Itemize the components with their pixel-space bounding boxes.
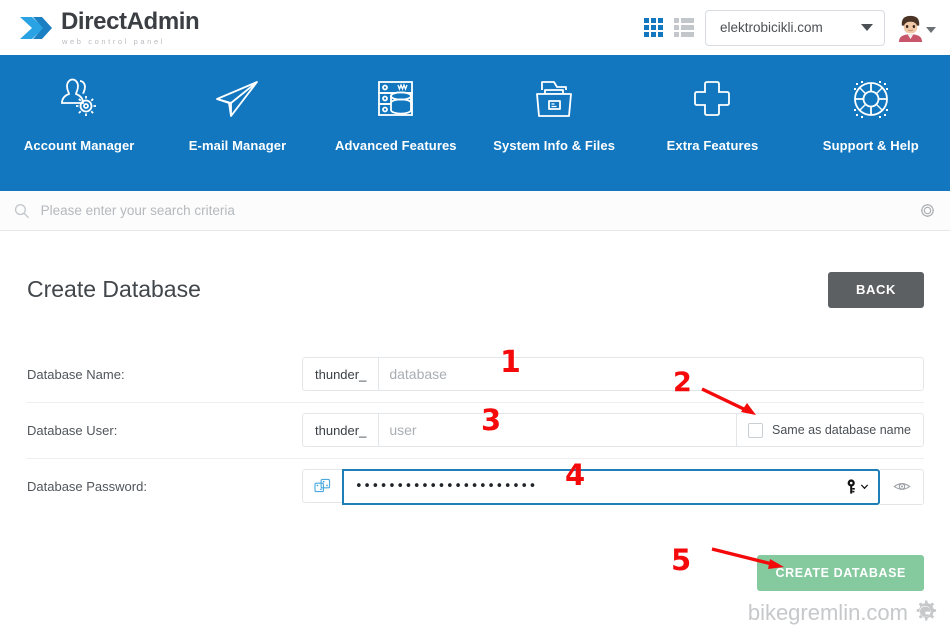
directadmin-logo-icon: [20, 16, 52, 39]
nav-label: E-mail Manager: [188, 138, 287, 153]
plus-icon: [686, 72, 738, 126]
database-user-label: Database User:: [27, 422, 118, 438]
grid-view-icon[interactable]: [643, 18, 663, 37]
password-strength-button[interactable]: [846, 479, 869, 494]
key-icon: [847, 479, 855, 494]
watermark: bikegremlin.com: [748, 600, 938, 626]
nav-item-advanced-features[interactable]: Advanced Features: [317, 72, 475, 153]
database-name-label: Database Name:: [27, 366, 125, 382]
brand-tagline: web control panel: [62, 36, 165, 46]
form-row-database-password: Database Password: •••••••••••••••••••••…: [27, 459, 924, 515]
top-bar: DirectAdmin web control panel elektrobic…: [0, 0, 950, 55]
chevron-down-icon: [860, 484, 869, 490]
database-user-input[interactable]: [378, 413, 738, 448]
database-password-value: ••••••••••••••••••••••: [355, 479, 537, 495]
database-user-prefix: thunder_: [302, 413, 379, 448]
gear-g-logo-icon: [916, 600, 937, 621]
page-content: Create Database BACK Database Name: thun…: [0, 231, 950, 591]
nav-item-support-help[interactable]: Support & Help: [792, 72, 950, 153]
user-menu[interactable]: [896, 13, 936, 42]
brand-name: DirectAdmin: [61, 7, 200, 35]
random-password-button[interactable]: [302, 468, 342, 503]
form-row-database-user: Database User: thunder_ Same as database…: [27, 403, 924, 459]
user-avatar-icon: [896, 13, 925, 42]
same-as-database-name-checkbox[interactable]: [748, 422, 764, 438]
page-title: Create Database: [27, 276, 201, 303]
domain-selector-value: elektrobicikli.com: [720, 20, 823, 35]
gear-icon: [921, 204, 934, 217]
life-ring-icon: [845, 72, 897, 126]
database-name-prefix: thunder_: [302, 357, 379, 392]
nav-label: Extra Features: [666, 138, 759, 153]
create-database-form: Database Name: thunder_ Database User: t…: [27, 347, 924, 591]
toggle-password-visibility-button[interactable]: [880, 468, 924, 505]
database-name-input-group: thunder_: [302, 357, 924, 392]
same-as-database-name-label: Same as database name: [772, 423, 911, 438]
watermark-text: bikegremlin.com: [747, 600, 908, 625]
top-bar-right: elektrobicikli.com: [643, 9, 936, 46]
domain-selector[interactable]: elektrobicikli.com: [705, 9, 885, 46]
create-database-button[interactable]: CREATE DATABASE: [757, 554, 924, 591]
chevron-down-icon: [926, 26, 936, 33]
brand-logo-block[interactable]: DirectAdmin web control panel: [18, 7, 200, 46]
main-navigation: Account Manager E-mail Manager Advanced …: [0, 55, 950, 191]
nav-item-system-info-files[interactable]: System Info & Files: [475, 72, 633, 153]
database-name-input[interactable]: [378, 357, 924, 392]
search-input[interactable]: [38, 202, 919, 219]
database-password-input-group: ••••••••••••••••••••••: [302, 468, 924, 505]
search-bar: [0, 191, 950, 231]
list-view-icon[interactable]: [673, 18, 694, 37]
nav-item-email-manager[interactable]: E-mail Manager: [158, 72, 316, 153]
same-as-database-name-cell[interactable]: Same as database name: [737, 413, 924, 448]
server-database-icon: [370, 72, 422, 126]
users-gear-icon: [53, 72, 105, 126]
database-user-input-group: thunder_ Same as database name: [302, 413, 924, 448]
nav-label: Account Manager: [23, 138, 135, 153]
eye-icon: [892, 483, 911, 491]
page-header: Create Database BACK: [27, 261, 924, 319]
back-button[interactable]: BACK: [828, 271, 924, 308]
nav-item-extra-features[interactable]: Extra Features: [633, 72, 791, 153]
nav-item-account-manager[interactable]: Account Manager: [0, 72, 158, 153]
chevron-down-icon: [861, 24, 873, 31]
nav-label: System Info & Files: [493, 138, 616, 153]
folder-files-icon: [528, 72, 580, 126]
search-settings-button[interactable]: [919, 202, 936, 219]
form-row-database-name: Database Name: thunder_: [27, 347, 924, 403]
paper-plane-icon: [211, 72, 263, 126]
form-actions: CREATE DATABASE: [27, 554, 924, 591]
database-password-field[interactable]: ••••••••••••••••••••••: [342, 468, 880, 505]
nav-label: Advanced Features: [335, 138, 457, 153]
search-icon: [14, 203, 30, 218]
nav-label: Support & Help: [822, 138, 919, 153]
dice-random-icon: [314, 479, 331, 493]
database-password-label: Database Password:: [27, 479, 147, 495]
search-field-wrap[interactable]: [14, 202, 919, 219]
